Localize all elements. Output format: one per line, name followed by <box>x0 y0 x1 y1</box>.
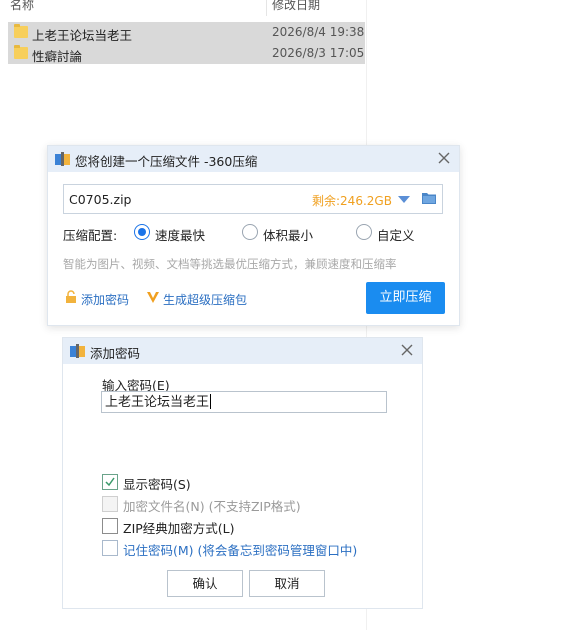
add-password-label[interactable]: 添加密码 <box>81 291 129 308</box>
password-dialog-title: 添加密码 <box>90 346 141 361</box>
radio-button[interactable] <box>356 224 372 240</box>
close-icon[interactable] <box>437 151 451 165</box>
archive-filename-field[interactable]: C0705.zip 剩余:246.2GB <box>63 184 443 214</box>
password-dialog-titlebar[interactable]: 添加密码 <box>63 338 422 364</box>
cancel-button[interactable]: 取消 <box>249 570 325 597</box>
file-row[interactable]: 性癖討論 2026/8/3 17:05 <box>8 43 365 64</box>
file-name: 性癖討論 <box>32 49 83 64</box>
column-header-name[interactable]: 名称 <box>10 0 34 16</box>
vip-v-icon <box>147 292 159 303</box>
checkbox <box>102 496 118 512</box>
compress-hint: 智能为图片、视频、文档等挑选最优压缩方式，兼顾速度和压缩率 <box>63 257 397 271</box>
file-date: 2026/8/3 17:05 <box>272 46 365 60</box>
lock-icon <box>66 290 76 303</box>
close-icon[interactable] <box>400 343 414 357</box>
file-name: 上老王论坛当老王 <box>32 28 133 43</box>
folder-browse-icon[interactable] <box>422 192 436 204</box>
ok-button[interactable]: 确认 <box>167 570 243 597</box>
option-label[interactable]: 速度最快 <box>155 225 205 244</box>
radio-button[interactable] <box>134 224 150 240</box>
checkmark-icon <box>105 477 115 487</box>
password-dialog: 添加密码 输入密码(E) 上老王论坛当老王 显示密码(S) 加密文件名(N) (… <box>62 337 423 609</box>
password-value: 上老王论坛当老王 <box>105 395 210 410</box>
option-label[interactable]: 自定义 <box>377 225 415 244</box>
column-header-modified[interactable]: 修改日期 <box>272 0 320 16</box>
radio-button[interactable] <box>242 224 258 240</box>
archive-filename[interactable]: C0705.zip <box>69 192 131 207</box>
file-row[interactable]: 上老王论坛当老王 2026/8/4 19:38 <box>8 22 365 43</box>
zip-classic-label[interactable]: ZIP经典加密方式(L) <box>123 518 235 537</box>
text-cursor <box>210 394 212 409</box>
encrypt-filename-label: 加密文件名(N) (不支持ZIP格式) <box>123 499 301 514</box>
compress-dialog-title: 您将创建一个压缩文件 -360压缩 <box>75 154 258 169</box>
password-input[interactable]: 上老王论坛当老王 <box>101 391 387 413</box>
compress-config-label: 压缩配置: <box>63 228 118 243</box>
compress-dialog-titlebar[interactable]: 您将创建一个压缩文件 -360压缩 <box>48 146 459 172</box>
compress-now-button[interactable]: 立即压缩 <box>366 282 445 314</box>
remember-password-label[interactable]: 记住密码(M) (将会备忘到密码管理窗口中) <box>123 540 357 559</box>
compress-dialog: 您将创建一个压缩文件 -360压缩 C0705.zip 剩余:246.2GB 压… <box>47 145 460 326</box>
archive-app-icon <box>55 152 70 166</box>
show-password-label[interactable]: 显示密码(S) <box>123 474 191 493</box>
file-date: 2026/8/4 19:38 <box>272 25 365 39</box>
super-package-label[interactable]: 生成超级压缩包 <box>163 291 247 308</box>
folder-icon <box>14 45 28 59</box>
checkbox[interactable] <box>102 474 118 490</box>
option-label[interactable]: 体积最小 <box>263 225 313 244</box>
checkbox[interactable] <box>102 540 118 556</box>
dropdown-arrow-icon[interactable] <box>398 196 410 203</box>
checkbox[interactable] <box>102 518 118 534</box>
archive-app-icon <box>70 344 85 358</box>
folder-icon <box>14 24 28 38</box>
column-separator[interactable] <box>266 0 267 16</box>
free-space-label: 剩余:246.2GB <box>312 194 392 208</box>
